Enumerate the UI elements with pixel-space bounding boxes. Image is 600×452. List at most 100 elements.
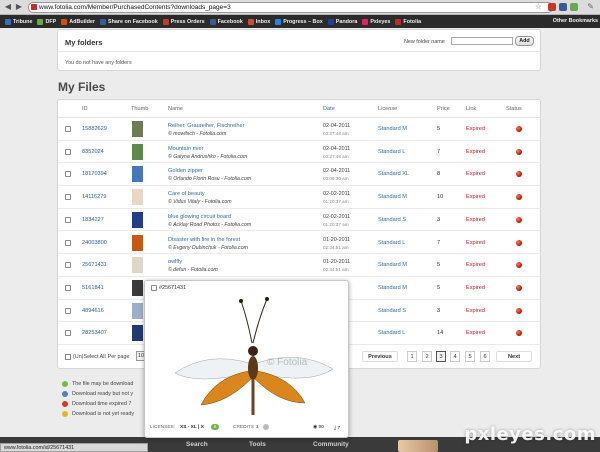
- column-header-license[interactable]: License: [378, 106, 397, 112]
- address-bar[interactable]: www.fotolia.com/Member/PurchasedContents…: [28, 2, 553, 13]
- bookmark-star-icon[interactable]: ☆: [535, 2, 542, 11]
- bookmark-item[interactable]: Pandora: [327, 18, 357, 25]
- footer-link-tools[interactable]: Tools: [249, 441, 266, 448]
- bookmark-item[interactable]: AdBuilder: [61, 18, 95, 25]
- file-thumbnail[interactable]: [132, 211, 143, 228]
- page-number-button[interactable]: 2: [422, 351, 432, 362]
- legend-item: The file may be download: [62, 380, 152, 388]
- page-number-button[interactable]: 6: [480, 351, 490, 362]
- file-id-link[interactable]: 15882629: [82, 126, 107, 132]
- page-number-button[interactable]: 4: [450, 351, 460, 362]
- file-thumbnail[interactable]: [132, 234, 143, 251]
- row-checkbox[interactable]: [65, 126, 71, 132]
- file-license-link[interactable]: Standard M: [378, 262, 407, 268]
- column-header-date[interactable]: Date: [323, 106, 335, 112]
- file-thumbnail[interactable]: [132, 121, 143, 137]
- extension-icon[interactable]: [548, 3, 556, 11]
- bookmark-item[interactable]: DFP: [37, 18, 56, 25]
- current-page-button[interactable]: 3: [436, 351, 446, 362]
- file-thumbnail[interactable]: [132, 143, 143, 160]
- bookmark-item[interactable]: Press Orders: [162, 18, 205, 25]
- file-thumbnail[interactable]: [132, 166, 143, 183]
- eye-icon: ◉: [313, 425, 318, 430]
- file-id-link[interactable]: 14116279: [82, 194, 106, 200]
- file-title-link[interactable]: Disaster with fire in the forest: [168, 237, 240, 243]
- file-thumbnail[interactable]: [132, 302, 143, 319]
- page-number-button[interactable]: 1: [407, 351, 417, 362]
- file-thumbnail[interactable]: [132, 189, 143, 206]
- bookmark-item[interactable]: Tribune: [5, 18, 32, 25]
- file-id-link[interactable]: 18170394: [82, 171, 107, 177]
- file-title-link[interactable]: Golden zipper: [168, 168, 203, 174]
- file-title-link[interactable]: blue glowing circuit board: [168, 214, 231, 220]
- bookmark-item[interactable]: Progress – Box: [275, 18, 323, 25]
- legend-dot-icon: [62, 401, 68, 407]
- file-title-link[interactable]: Care of beauty: [168, 191, 205, 197]
- forward-icon[interactable]: ▶: [14, 2, 24, 12]
- column-header-name[interactable]: Name: [168, 106, 183, 112]
- row-checkbox[interactable]: [65, 284, 71, 291]
- column-header-price[interactable]: Price: [437, 106, 450, 112]
- bookmark-item[interactable]: Pxleyes: [362, 18, 390, 25]
- file-id-link[interactable]: 28253407: [82, 330, 107, 336]
- file-thumbnail[interactable]: [132, 257, 143, 274]
- other-bookmarks[interactable]: Other Bookmarks: [553, 18, 598, 24]
- status-red-dot-icon: [516, 148, 522, 155]
- extension-icon[interactable]: [559, 3, 567, 11]
- footer-link-search[interactable]: Search: [186, 441, 208, 448]
- file-id-link[interactable]: 8352024: [82, 149, 104, 155]
- page-number-button[interactable]: 5: [465, 351, 475, 362]
- add-folder-button[interactable]: Add: [515, 36, 534, 46]
- file-id-link[interactable]: 24003800: [82, 240, 107, 246]
- file-license-link[interactable]: Standard S: [378, 308, 406, 314]
- file-license-link[interactable]: Standard L: [378, 330, 405, 336]
- file-link-status: Expired: [466, 194, 485, 201]
- bookmark-item[interactable]: Inbox: [247, 18, 270, 25]
- zoom-icon[interactable]: [151, 285, 157, 291]
- file-title-link[interactable]: Mountain river: [168, 146, 203, 152]
- file-date: 02-04-2011: [323, 168, 351, 175]
- row-checkbox[interactable]: [65, 148, 71, 155]
- bookmark-favicon-icon: [275, 18, 282, 25]
- new-folder-input[interactable]: [451, 37, 513, 45]
- select-all-control[interactable]: (Un)Select All Per page: [65, 354, 130, 360]
- footer-link-community[interactable]: Community: [313, 441, 349, 448]
- file-id-link[interactable]: 1834227: [82, 217, 104, 223]
- row-checkbox[interactable]: [65, 262, 71, 269]
- bookmark-item[interactable]: Fotolia: [395, 18, 421, 25]
- file-license-link[interactable]: Standard XL: [378, 171, 409, 177]
- file-price: 5: [437, 126, 441, 132]
- previous-page-button[interactable]: Previous: [362, 351, 398, 362]
- file-license-link[interactable]: Standard M: [378, 126, 407, 132]
- file-link-status: Expired: [466, 239, 485, 246]
- file-title-link[interactable]: Reiher, Graureiher, Fischreiher: [168, 123, 244, 129]
- row-checkbox[interactable]: [65, 330, 71, 337]
- next-page-button[interactable]: Next: [496, 351, 532, 362]
- row-checkbox[interactable]: [65, 194, 71, 201]
- bookmark-favicon-icon: [5, 18, 11, 25]
- file-id-link[interactable]: 25671431: [82, 262, 107, 268]
- wrench-icon[interactable]: ✎: [587, 2, 594, 11]
- file-id-link[interactable]: 4894616: [82, 308, 104, 314]
- extension-icon[interactable]: [570, 3, 578, 11]
- file-license-link[interactable]: Standard L: [378, 240, 405, 246]
- select-all-checkbox[interactable]: [65, 354, 71, 360]
- bookmark-item[interactable]: Facebook: [209, 18, 243, 25]
- file-thumbnail[interactable]: [132, 279, 143, 296]
- file-thumbnail[interactable]: [132, 325, 143, 342]
- file-license-link[interactable]: Standard M: [378, 194, 407, 200]
- row-checkbox[interactable]: [65, 216, 71, 223]
- file-license-link[interactable]: Standard S: [378, 217, 406, 223]
- file-license-link[interactable]: Standard M: [378, 285, 407, 291]
- file-price: 14: [437, 330, 444, 337]
- file-title-link[interactable]: owlfly: [168, 259, 182, 265]
- file-id-link[interactable]: 5161841: [82, 285, 104, 291]
- bookmark-favicon-icon: [162, 18, 169, 25]
- row-checkbox[interactable]: [65, 307, 71, 314]
- row-checkbox[interactable]: [65, 239, 71, 246]
- back-icon[interactable]: ◀: [3, 2, 13, 12]
- row-checkbox[interactable]: [65, 171, 71, 178]
- column-header-id[interactable]: ID: [82, 106, 88, 112]
- bookmark-item[interactable]: Share on Facebook: [100, 18, 158, 25]
- file-license-link[interactable]: Standard L: [378, 149, 405, 155]
